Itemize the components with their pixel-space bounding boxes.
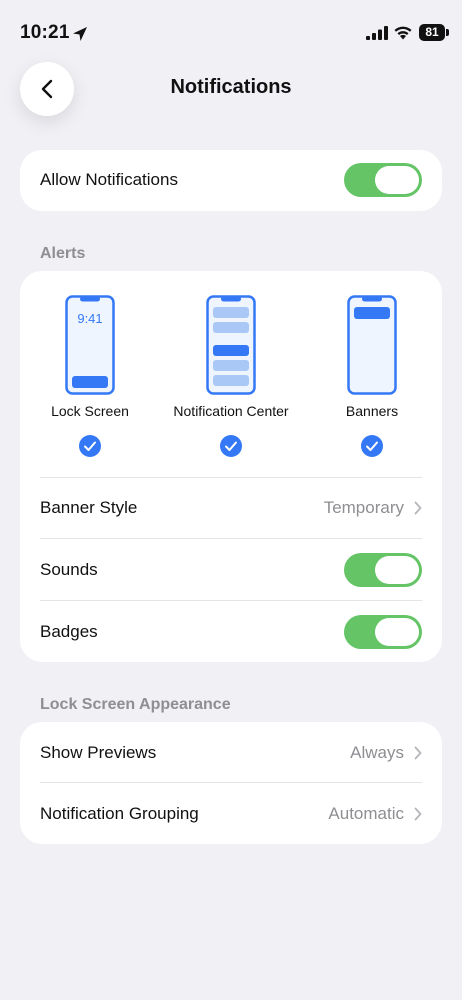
sounds-label: Sounds <box>40 560 98 579</box>
banner-style-value: Temporary <box>323 498 404 517</box>
badges-toggle[interactable] <box>344 615 422 649</box>
alert-option-label: Notification Center <box>173 403 289 419</box>
alert-option-label: Lock Screen <box>51 403 129 419</box>
allow-notifications-card: Allow Notifications <box>20 150 442 211</box>
show-previews-row[interactable]: Show Previews Always <box>40 723 422 783</box>
notification-center-phone-icon <box>206 295 256 395</box>
chevron-right-icon <box>414 501 422 515</box>
show-previews-value: Always <box>350 743 404 762</box>
checkmark-circle-icon <box>79 435 101 457</box>
notification-grouping-label: Notification Grouping <box>40 804 199 823</box>
notification-grouping-value: Automatic <box>328 804 404 823</box>
checkmark-circle-icon <box>361 435 383 457</box>
page-title: Notifications <box>170 76 292 98</box>
lock-screen-phone-icon: 9:41 <box>65 295 115 395</box>
allow-notifications-label: Allow Notifications <box>40 170 178 189</box>
toggle-knob <box>375 556 419 584</box>
divider <box>40 782 422 783</box>
show-previews-label: Show Previews <box>40 743 157 762</box>
badges-row: Badges <box>40 602 422 662</box>
notification-grouping-row[interactable]: Notification Grouping Automatic <box>40 784 422 844</box>
divider <box>40 538 422 539</box>
toggle-knob <box>375 166 419 194</box>
chevron-right-icon <box>414 746 422 760</box>
alert-option-banners[interactable]: Banners <box>302 295 442 457</box>
lock-screen-appearance-header: Lock Screen Appearance <box>40 696 231 713</box>
toggle-knob <box>375 618 419 646</box>
alerts-section-header: Alerts <box>40 245 86 262</box>
alert-option-notification-center[interactable]: Notification Center <box>161 295 301 457</box>
chevron-right-icon <box>414 807 422 821</box>
battery-indicator: 81 <box>419 24 449 41</box>
allow-notifications-toggle[interactable] <box>344 163 422 197</box>
banner-style-label: Banner Style <box>40 498 138 517</box>
alert-option-label: Banners <box>345 403 399 419</box>
badges-label: Badges <box>40 622 98 641</box>
location-arrow-icon <box>73 27 87 41</box>
wifi-icon <box>394 26 412 40</box>
status-bar: 10:21 81 <box>0 0 462 56</box>
lock-screen-appearance-card: Show Previews Always Notification Groupi… <box>20 722 442 844</box>
allow-notifications-row: Allow Notifications <box>40 150 422 210</box>
sounds-toggle[interactable] <box>344 553 422 587</box>
alerts-card: 9:41 Lock Screen Notification Center Ban… <box>20 271 442 662</box>
alert-option-lock-screen[interactable]: 9:41 Lock Screen <box>20 295 160 457</box>
cellular-signal-icon <box>366 26 388 40</box>
status-time: 10:21 <box>20 22 70 43</box>
battery-level: 81 <box>425 25 439 39</box>
checkmark-circle-icon <box>220 435 242 457</box>
divider <box>40 600 422 601</box>
notifications-screen: 10:21 81 Notifications Allow Notificatio… <box>0 0 462 1000</box>
lock-screen-preview-time: 9:41 <box>77 311 102 326</box>
banners-phone-icon <box>347 295 397 395</box>
sounds-row: Sounds <box>40 540 422 600</box>
banner-style-row[interactable]: Banner Style Temporary <box>40 478 422 538</box>
